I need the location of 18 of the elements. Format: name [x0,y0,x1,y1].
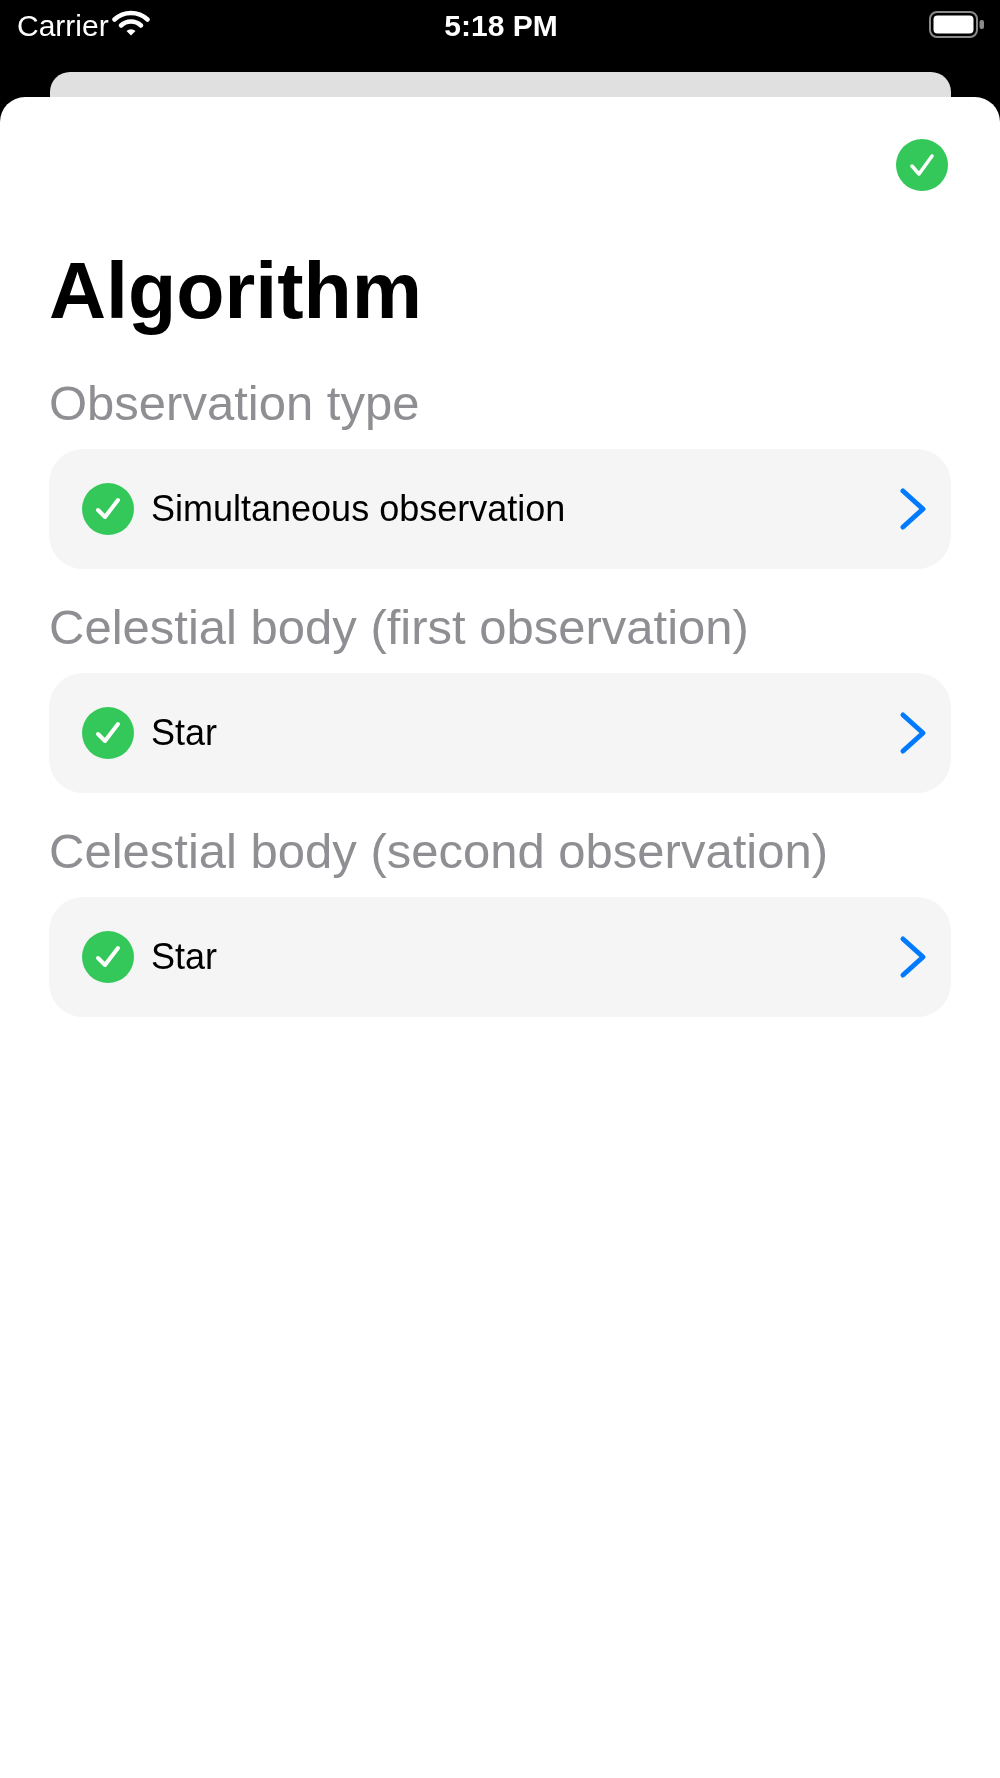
chevron-right-icon [899,487,927,531]
checkmark-icon [910,153,934,177]
row-label: Star [151,711,218,755]
chevron-right-icon [899,935,927,979]
selection-row[interactable]: Simultaneous observation [49,449,951,569]
section-header: Celestial body (second observation) [49,823,829,880]
section-header: Celestial body (first observation) [49,599,750,656]
selection-row[interactable]: Star [49,897,951,1017]
carrier-name: Carrier [17,8,109,44]
done-button[interactable] [896,139,948,191]
section-header: Observation type [49,375,421,432]
wifi-icon [111,10,150,36]
chevron-right-icon [899,711,927,755]
row-label: Star [151,935,218,979]
row-label: Simultaneous observation [151,487,566,531]
selection-row[interactable]: Star [49,673,951,793]
clock-time: 5:18 PM [444,8,558,44]
battery-icon [929,11,985,38]
